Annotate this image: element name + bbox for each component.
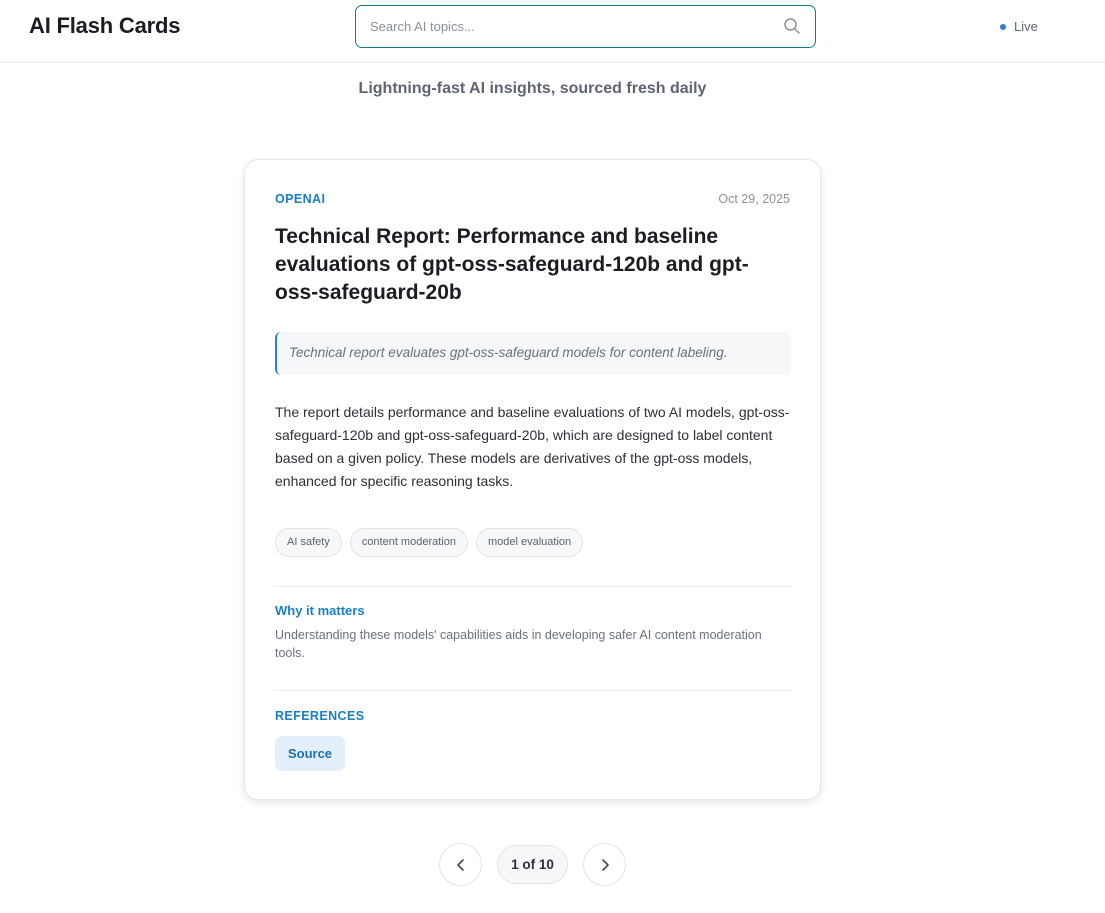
page-indicator: 1 of 10 bbox=[497, 845, 568, 884]
search-input[interactable] bbox=[370, 6, 770, 46]
source-button[interactable]: Source bbox=[275, 736, 345, 771]
divider bbox=[275, 586, 792, 587]
live-label: Live bbox=[1014, 19, 1038, 34]
tagline: Lightning-fast AI insights, sourced fres… bbox=[358, 80, 707, 97]
header: AI Flash Cards Live bbox=[0, 0, 1105, 63]
tag-chip[interactable]: model evaluation bbox=[475, 528, 584, 557]
why-it-matters-label: Why it matters bbox=[275, 603, 365, 618]
card-body: The report details performance and basel… bbox=[275, 404, 790, 489]
card-summary: Technical report evaluates gpt-oss-safeg… bbox=[275, 332, 791, 375]
app-title: AI Flash Cards bbox=[29, 13, 181, 38]
card-title: Technical Report: Performance and baseli… bbox=[275, 225, 749, 304]
previous-card-button[interactable] bbox=[439, 843, 482, 886]
flash-card: OPENAI Oct 29, 2025 Technical Report: Pe… bbox=[244, 159, 821, 800]
tag-chip[interactable]: content moderation bbox=[349, 528, 468, 557]
card-date: Oct 29, 2025 bbox=[718, 192, 790, 206]
why-it-matters-text: Understanding these models' capabilities… bbox=[275, 628, 762, 660]
search-box[interactable] bbox=[355, 5, 816, 48]
divider bbox=[275, 690, 792, 691]
chevron-right-icon bbox=[601, 858, 609, 871]
live-dot-icon bbox=[1000, 23, 1006, 30]
tag-list: AI safety content moderation model evalu… bbox=[275, 528, 584, 557]
card-source: OPENAI bbox=[275, 192, 326, 206]
search-icon[interactable] bbox=[783, 17, 801, 35]
live-status: Live bbox=[1000, 19, 1038, 34]
next-card-button[interactable] bbox=[583, 843, 626, 886]
tag-chip[interactable]: AI safety bbox=[275, 528, 342, 557]
chevron-left-icon bbox=[456, 858, 464, 871]
references-label: REFERENCES bbox=[275, 709, 365, 723]
